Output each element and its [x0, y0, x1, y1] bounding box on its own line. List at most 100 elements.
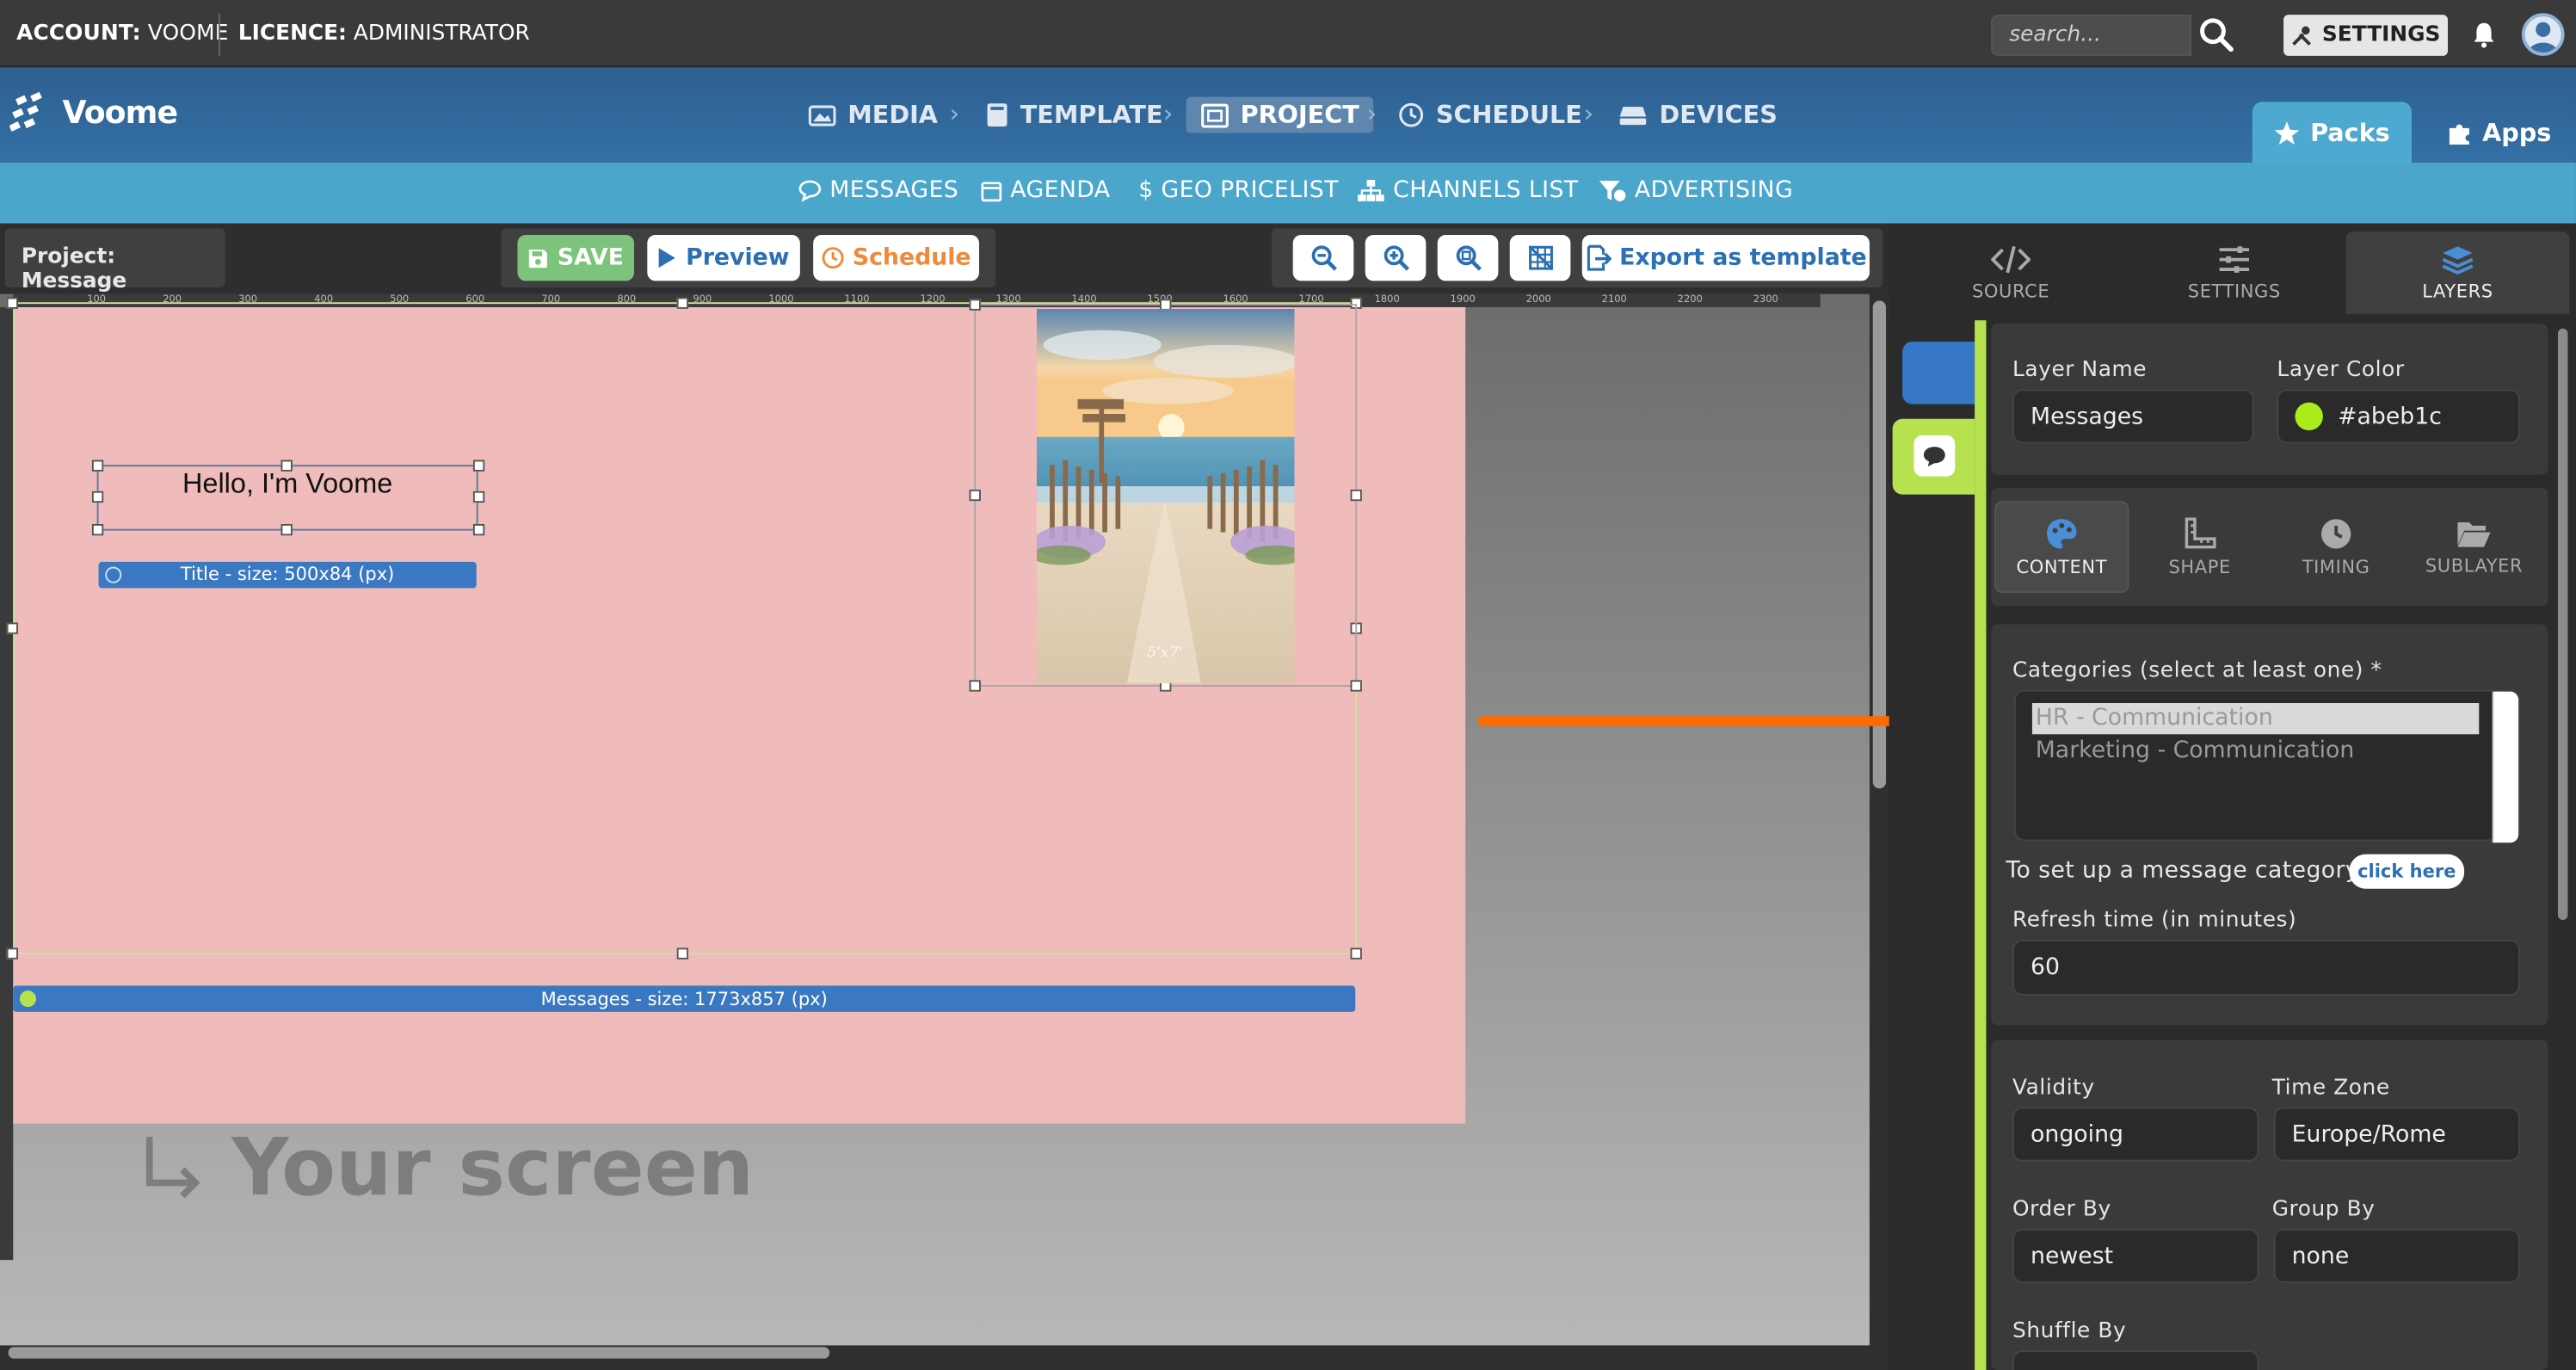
- orderby-label: Order By: [2012, 1197, 2111, 1223]
- title-layer-label[interactable]: Title - size: 500x84 (px): [98, 561, 477, 589]
- nav-schedule[interactable]: SCHEDULE: [1398, 97, 1582, 133]
- timezone-label: Time Zone: [2271, 1076, 2390, 1101]
- layer-name-label: Layer Name: [2012, 358, 2148, 383]
- subnav-geo-pricelist[interactable]: $ GEO PRICELIST: [1138, 177, 1339, 204]
- subnav-channels-list[interactable]: CHANNELS LIST: [1357, 177, 1578, 204]
- refresh-time-input[interactable]: 60: [2012, 939, 2521, 996]
- subtab-timing[interactable]: TIMING: [2269, 501, 2404, 593]
- setup-category-link[interactable]: click here: [2349, 854, 2465, 889]
- tab-layers[interactable]: LAYERS: [2345, 231, 2570, 314]
- comment-icon: [1914, 435, 1956, 477]
- clock-icon: [822, 247, 844, 269]
- preview-button[interactable]: Preview: [647, 234, 800, 281]
- clock-icon: [1399, 102, 1424, 127]
- canvas-horizontal-scrollbar[interactable]: [8, 1347, 830, 1359]
- layer-color-input[interactable]: #abeb1c: [2277, 389, 2521, 444]
- category-scrollbar[interactable]: [2492, 691, 2519, 843]
- vertical-ruler: [0, 306, 14, 1261]
- subtab-content[interactable]: CONTENT: [1994, 501, 2129, 594]
- device-icon: [1619, 107, 1647, 126]
- ruler-tick-label: 2100: [1601, 293, 1627, 306]
- nav-chevron: ›: [1583, 98, 1594, 128]
- ruler-tick-label: 1900: [1450, 293, 1476, 306]
- zoom-fit-icon: [1455, 245, 1482, 271]
- voome-logo[interactable]: Voome: [9, 89, 178, 138]
- ruler-tick-label: 2000: [1525, 293, 1551, 306]
- groupby-label: Group By: [2271, 1197, 2376, 1223]
- layer-color-dot: [19, 990, 37, 1008]
- play-icon: [659, 248, 676, 268]
- nav-devices[interactable]: DEVICES: [1618, 97, 1778, 133]
- shuffle-select[interactable]: [2012, 1350, 2259, 1370]
- project-icon: [1201, 102, 1229, 127]
- nav-template[interactable]: TEMPLATE: [986, 97, 1163, 133]
- nav-media[interactable]: MEDIA: [808, 97, 938, 133]
- search-icon[interactable]: [2198, 16, 2234, 52]
- title-layer[interactable]: Hello, I'm Voome: [96, 465, 478, 531]
- tab-settings[interactable]: SETTINGS: [2123, 231, 2346, 313]
- sitemap-icon: [1358, 180, 1384, 201]
- nav-project[interactable]: PROJECT: [1186, 96, 1374, 133]
- zoom-out-button[interactable]: [1292, 234, 1354, 281]
- folder-open-icon: [2457, 521, 2491, 546]
- layers-icon: [2442, 245, 2474, 274]
- grid-toggle-button[interactable]: [1509, 234, 1571, 281]
- zoom-in-button[interactable]: [1365, 234, 1427, 281]
- ruler-icon: [2185, 516, 2216, 548]
- account-info: ACCOUNT: VOOME: [16, 21, 229, 46]
- shuffle-label: Shuffle By: [2012, 1318, 2127, 1344]
- layer-name-input[interactable]: Messages: [2012, 389, 2254, 444]
- color-swatch[interactable]: [2295, 402, 2323, 431]
- subtab-shape[interactable]: SHAPE: [2132, 501, 2267, 593]
- subnav-messages[interactable]: MESSAGES: [798, 177, 958, 204]
- panel-scrollbar[interactable]: [2557, 328, 2568, 920]
- groupby-select[interactable]: none: [2273, 1228, 2521, 1283]
- palette-icon: [2047, 518, 2077, 548]
- subtab-sublayer[interactable]: SUBLAYER: [2407, 501, 2542, 593]
- layer-dot: [105, 566, 122, 583]
- bell-icon[interactable]: [2469, 20, 2499, 49]
- export-icon: [1587, 244, 1612, 271]
- code-icon: [1991, 244, 2031, 273]
- categories-select[interactable]: HR - Communication Marketing - Communica…: [2013, 689, 2521, 843]
- layer-tab-title[interactable]: [1902, 342, 1975, 404]
- clock-icon: [2320, 518, 2351, 548]
- screen-caption: Your screen: [139, 1122, 754, 1214]
- search-input[interactable]: search...: [1991, 15, 2192, 56]
- calendar-icon: [981, 182, 1002, 202]
- settings-button[interactable]: SETTINGS: [2283, 15, 2449, 56]
- zoom-out-icon: [1310, 245, 1337, 271]
- ruler-tick-label: 2300: [1753, 293, 1778, 306]
- layer-color-bar: [1975, 320, 1987, 1370]
- orderby-select[interactable]: newest: [2012, 1228, 2259, 1283]
- packs-tab[interactable]: Packs: [2252, 102, 2412, 163]
- floppy-icon: [529, 249, 548, 268]
- timezone-select[interactable]: Europe/Rome: [2273, 1107, 2521, 1162]
- apps-tab[interactable]: Apps: [2425, 102, 2573, 163]
- export-template-button[interactable]: Export as template: [1581, 234, 1870, 281]
- layer-tab-messages[interactable]: [1892, 418, 1975, 495]
- subnav-agenda[interactable]: AGENDA: [981, 177, 1110, 204]
- puzzle-icon: [2449, 123, 2469, 145]
- setup-category-text: To set up a message category:: [2006, 857, 2366, 884]
- subnav-advertising[interactable]: ADVERTISING: [1599, 177, 1793, 204]
- avatar[interactable]: [2521, 13, 2565, 56]
- category-option[interactable]: HR - Communication: [2031, 703, 2480, 735]
- validity-label: Validity: [2012, 1076, 2095, 1101]
- messages-layer-label[interactable]: Messages - size: 1773x857 (px): [13, 985, 1356, 1012]
- layer-color-label: Layer Color: [2277, 358, 2405, 383]
- schedule-button[interactable]: Schedule: [813, 234, 980, 281]
- tools-icon: [2291, 24, 2314, 47]
- save-button[interactable]: SAVE: [517, 234, 635, 281]
- corner-arrow-icon: [145, 1136, 200, 1199]
- categories-label: Categories (select at least one) *: [2012, 658, 2382, 684]
- star-icon: [2275, 120, 2300, 145]
- tab-source[interactable]: SOURCE: [1899, 231, 2123, 313]
- sliders-icon: [2219, 245, 2249, 272]
- category-option[interactable]: Marketing - Communication: [2036, 736, 2355, 767]
- validity-select[interactable]: ongoing: [2012, 1107, 2259, 1162]
- beach-image[interactable]: 5'x7': [1036, 308, 1295, 684]
- refresh-time-label: Refresh time (in minutes): [2012, 908, 2297, 934]
- top-bar: ACCOUNT: VOOME LICENCE: ADMINISTRATOR se…: [0, 0, 2576, 68]
- zoom-fit-button[interactable]: [1437, 234, 1499, 281]
